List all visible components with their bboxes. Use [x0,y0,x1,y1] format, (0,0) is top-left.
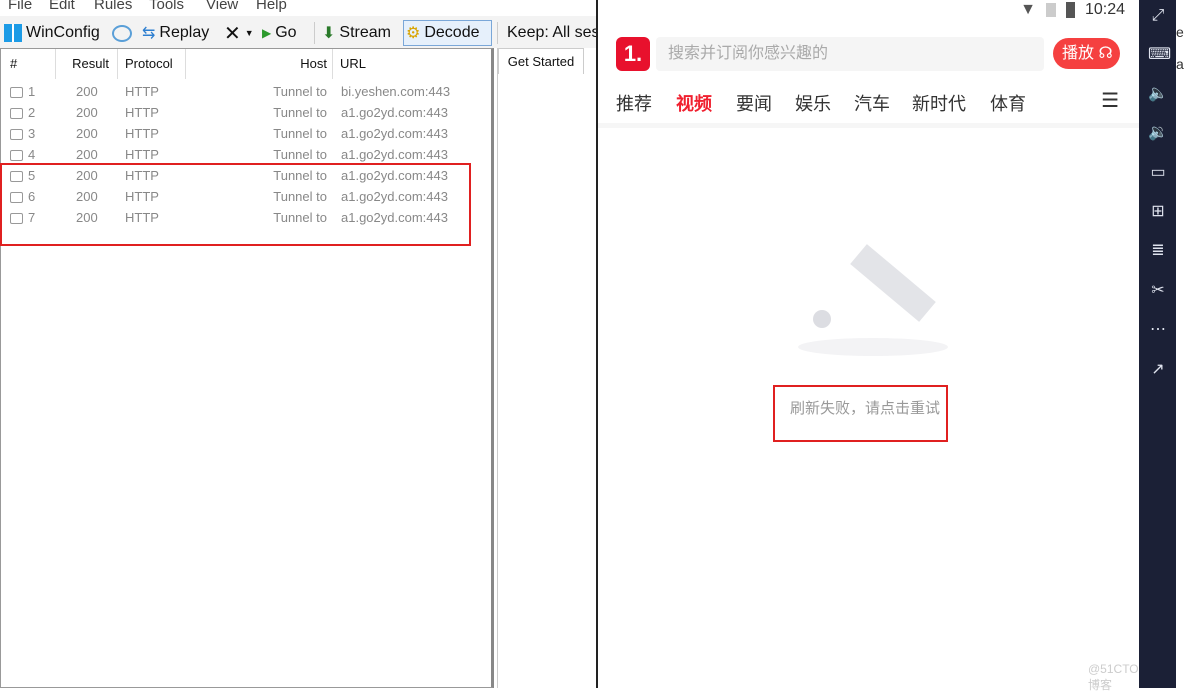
category-tab[interactable]: 娱乐 [795,90,831,116]
app-logo: 1. [616,37,650,71]
inspector-pane: Get Started [497,48,596,688]
replay-icon: ⇆ [142,25,156,42]
lock-icon [10,108,23,119]
category-tab[interactable]: 视频 [676,90,712,116]
wifi-icon: ▼ [1020,1,1036,18]
category-tab[interactable]: 要闻 [736,90,772,116]
go-button[interactable]: ▶ Go [260,20,299,46]
menu-bar: File Edit Rules Tools View Help [0,0,596,16]
volume-down-icon[interactable]: 🔉 [1148,123,1168,143]
lock-icon [10,150,23,161]
decode-button[interactable]: ⚙ Decode [403,20,492,46]
x-icon: ✕ [224,22,241,45]
lock-icon [10,129,23,140]
col-number[interactable]: # [1,49,56,79]
satellite-illustration [793,240,953,365]
play-icon: ▶ [262,26,272,40]
session-row[interactable]: 4 200 HTTP Tunnel to a1.go2yd.com:443 [1,144,491,165]
emulator-sidebar: ⤢ ⌨ 🔈 🔉 ▭ ⊞ ≣ ✂ ⋯ ↗ [1139,0,1176,688]
volume-up-icon[interactable]: 🔈 [1148,84,1168,104]
lock-icon [10,87,23,98]
col-host[interactable]: Host [186,49,333,79]
session-row[interactable]: 1 200 HTTP Tunnel to bi.yeshen.com:443 [1,81,491,102]
sessions-list: # Result Protocol Host URL 1 200 HTTP Tu… [0,48,494,688]
toolbar: WinConfig ⇆ Replay ✕ ▼ ▶ Go ⬇ Stream ⚙ Decode… [0,16,600,48]
multi-instance-icon[interactable]: ≣ [1148,241,1168,261]
search-input[interactable]: 搜索并订阅你感兴趣的 [656,37,1044,71]
session-row[interactable]: 3 200 HTTP Tunnel to a1.go2yd.com:443 [1,123,491,144]
keep-dropdown[interactable]: Keep: All ses [505,20,602,46]
screen-icon[interactable]: ▭ [1148,163,1168,183]
headphones-icon: ☊ [1098,45,1113,62]
background-window-edge: e a [1176,0,1184,688]
winconfig-button[interactable]: WinConfig [2,20,102,46]
col-result[interactable]: Result [56,49,118,79]
category-tab[interactable]: 汽车 [854,90,890,116]
replay-button[interactable]: ⇆ Replay [140,20,211,46]
speech-bubble-icon [112,24,132,42]
battery-icon [1065,2,1075,18]
col-protocol[interactable]: Protocol [118,49,186,79]
highlight-box [0,163,471,246]
stream-arrow-icon: ⬇ [322,25,336,42]
session-row[interactable]: 2 200 HTTP Tunnel to a1.go2yd.com:443 [1,102,491,123]
add-apk-icon[interactable]: ⊞ [1148,202,1168,222]
chevron-down-icon: ▼ [244,28,254,38]
play-button[interactable]: 播放 ☊ [1053,38,1120,69]
stream-button[interactable]: ⬇ Stream [320,20,393,46]
highlight-box [773,385,948,442]
category-tab[interactable]: 推荐 [616,90,652,116]
remove-dropdown-button[interactable]: ✕ ▼ [222,20,256,46]
category-tab[interactable]: 体育 [990,90,1026,116]
watermark: @51CTO博客 [1088,662,1139,692]
menu-icon[interactable]: ☰ [1101,88,1119,113]
menu-rules[interactable]: Rules [94,0,132,13]
keyboard-icon[interactable]: ⌨ [1148,45,1171,65]
menu-file[interactable]: File [8,0,32,13]
menu-help[interactable]: Help [256,0,287,13]
more-icon[interactable]: ⋯ [1148,320,1168,340]
category-tab[interactable]: 新时代 [912,90,966,116]
tab-get-started[interactable]: Get Started [498,48,584,74]
menu-tools[interactable]: Tools [149,0,184,13]
no-sim-icon [1045,3,1056,17]
col-url[interactable]: URL [333,49,491,79]
windows-icon [4,24,22,42]
fullscreen-icon[interactable]: ⤢ [1148,6,1168,26]
phone-screen: ▼ 10:24 1. 搜索并订阅你感兴趣的 播放 ☊ 推荐 视频 要闻 娱乐 汽车 新时代… [596,0,1139,692]
menu-view[interactable]: View [206,0,238,13]
comment-button[interactable] [110,20,134,46]
decode-icon: ⚙ [406,25,421,42]
share-icon[interactable]: ↗ [1148,360,1168,380]
scissors-icon[interactable]: ✂ [1148,281,1168,301]
menu-edit[interactable]: Edit [49,0,75,13]
status-time: 10:24 [1084,1,1125,18]
